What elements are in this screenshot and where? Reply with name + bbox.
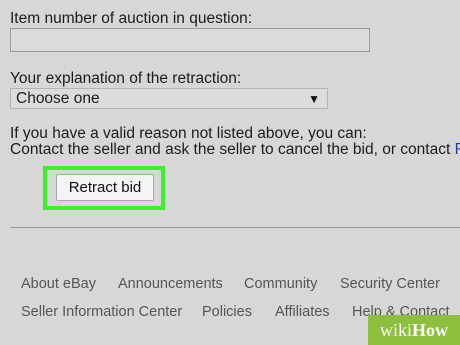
chevron-down-icon: ▼	[308, 92, 320, 106]
logo-part-2: How	[412, 320, 448, 340]
footer-link-announcements[interactable]: Announcements	[118, 276, 223, 292]
item-number-label: Item number of auction in question:	[10, 10, 253, 27]
footer-link-community[interactable]: Community	[244, 276, 317, 292]
footer-link-policies[interactable]: Policies	[202, 304, 252, 320]
wikihow-logo: wikiHow	[368, 315, 460, 345]
retract-bid-button[interactable]: Retract bid	[56, 174, 154, 201]
footer-link-affiliates[interactable]: Affiliates	[275, 304, 330, 320]
footer-link-seller-information[interactable]: Seller Information Center	[21, 304, 182, 320]
footer-divider	[10, 227, 460, 228]
footer-link-security-center[interactable]: Security Center	[340, 276, 440, 292]
explanation-label: Your explanation of the retraction:	[10, 70, 242, 87]
explanation-selected-value: Choose one	[16, 90, 100, 107]
contact-text-body: Contact the seller and ask the seller to…	[10, 141, 455, 158]
explanation-select[interactable]: Choose one ▼	[10, 88, 328, 109]
contact-text: Contact the seller and ask the seller to…	[10, 141, 460, 159]
footer-link-about[interactable]: About eBay	[21, 276, 96, 292]
logo-part-1: wiki	[379, 320, 412, 340]
item-number-input[interactable]	[10, 28, 370, 52]
contact-link[interactable]: R	[455, 141, 460, 158]
